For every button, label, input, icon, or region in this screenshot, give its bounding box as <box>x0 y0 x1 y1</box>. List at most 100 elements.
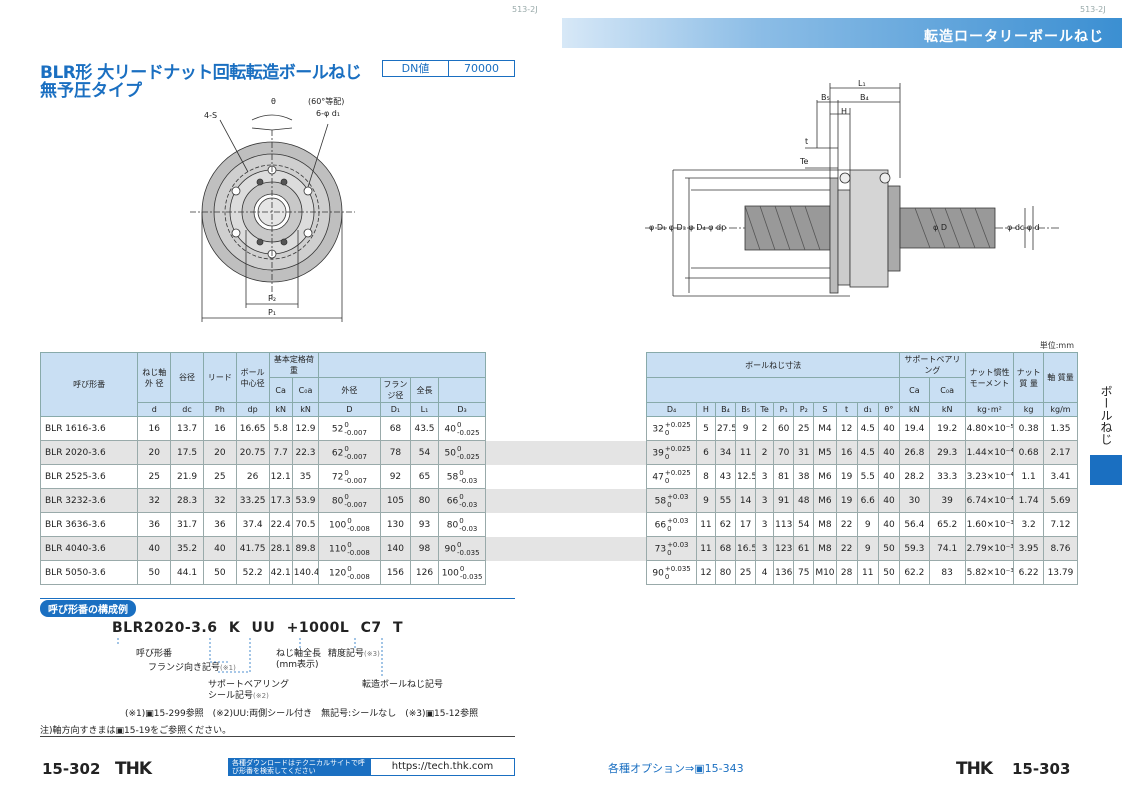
tolerance-upper: 0 <box>347 516 352 525</box>
table-cell: 1.60×10⁻³ <box>964 512 1015 537</box>
ex-seal: シール記号(※2) <box>208 688 269 701</box>
page-code-left: 513-2J <box>512 5 538 14</box>
nominal-value: 58 <box>654 496 667 506</box>
table-cell: 2 <box>755 416 775 441</box>
table-cell: 6 <box>695 440 716 465</box>
table-cell: BLR 4040-3.6 <box>39 536 139 561</box>
table-cell: 7.7 <box>268 440 293 465</box>
url-link[interactable]: https://tech.thk.com <box>370 758 515 776</box>
nominal-value: 62 <box>331 448 344 458</box>
ex-model-no: 呼び形番 <box>136 649 173 659</box>
th-model: 呼び形番 <box>39 352 139 417</box>
table-cell: 19 <box>835 464 858 489</box>
table-cell: 33.3 <box>928 464 966 489</box>
table-cell: 3 <box>755 488 775 513</box>
table-cell: 130 <box>379 512 412 537</box>
table-cell: 65 <box>410 464 439 489</box>
equal-division-label: (60°等配) <box>308 96 344 106</box>
ex-accuracy-text: 精度記号 <box>328 649 365 659</box>
Te-label: Te <box>799 157 809 166</box>
table-cell-tolerance: 90 +0.035 0 <box>646 560 697 585</box>
table-cell: 13.7 <box>170 416 204 441</box>
table-cell: BLR 2525-3.6 <box>39 464 139 489</box>
spec-table-body: BLR 1616-3.6 16 13.7 16 16.65 5.8 12.9 52 0 -0.00… <box>39 416 1079 585</box>
dn-value: 70000 <box>464 62 499 75</box>
table-cell: 70.5 <box>291 512 320 537</box>
tolerance-lower: 0 <box>664 572 670 581</box>
tolerance-upper: +0.03 <box>667 540 689 549</box>
tolerance-lower: -0.03 <box>459 476 478 485</box>
table-cell: 2 <box>755 440 775 465</box>
table-cell: 81 <box>773 464 795 489</box>
table-cell: 136 <box>773 560 795 585</box>
table-cell: 1.1 <box>1013 464 1044 489</box>
holes-label: 6-φ d₁ <box>316 109 340 118</box>
tolerance-lower: 0 <box>664 452 670 461</box>
table-cell: 60 <box>773 416 795 441</box>
table-cell: 5.8 <box>268 416 293 441</box>
table-cell: 22 <box>835 536 858 561</box>
table-cell: 35.2 <box>170 536 204 561</box>
ex-seal-text: シール記号 <box>208 691 254 701</box>
table-cell: 6.22 <box>1013 560 1044 585</box>
tolerance-lower: -0.03 <box>459 500 478 509</box>
th-sca: Ca <box>899 377 930 403</box>
table-cell: 35 <box>291 464 320 489</box>
tolerance: 0 -0.008 <box>347 565 370 581</box>
table-cell: 32 <box>202 488 237 513</box>
table-cell: 40 <box>877 464 901 489</box>
table-cell: 54 <box>410 440 439 465</box>
tolerance-lower: 0 <box>667 548 672 557</box>
table-cell: 53.9 <box>291 488 320 513</box>
th-kn-1: kN <box>268 402 293 417</box>
table-cell: 4.5 <box>856 416 879 441</box>
table-cell: 13.79 <box>1042 560 1079 585</box>
table-cell: 26.8 <box>899 440 930 465</box>
table-cell: 26 <box>235 464 270 489</box>
table-cell: 29.3 <box>928 440 966 465</box>
p2-label: P₂ <box>268 294 276 303</box>
table-cell: 3.95 <box>1013 536 1044 561</box>
table-cell: 12 <box>695 560 716 585</box>
th-sym-ph: Ph <box>202 402 237 417</box>
th-sym-D3: D₃ <box>437 402 487 417</box>
nominal-value: 120 <box>329 568 347 578</box>
th-sym-H: H <box>695 402 716 417</box>
table-cell: 27.5 <box>714 416 737 441</box>
nominal-value: 72 <box>331 472 344 482</box>
table-cell: 41.75 <box>235 536 270 561</box>
table-cell: 93 <box>410 512 439 537</box>
tolerance-lower: -0.007 <box>344 476 367 485</box>
left-page-number: 15-302 <box>42 760 101 778</box>
table-cell: 9 <box>735 416 757 441</box>
tolerance-upper: 0 <box>459 516 464 525</box>
nominal-value: 110 <box>329 544 347 554</box>
tolerance-upper: +0.035 <box>664 564 691 573</box>
tolerance: 0 -0.008 <box>347 517 370 533</box>
unit-label: 単位:mm <box>1039 341 1074 350</box>
th-total-len: 全長 <box>410 377 439 403</box>
th-ca: Ca <box>268 377 293 403</box>
example-badge: 呼び形番の構成例 <box>40 600 136 617</box>
ex-accuracy: 精度記号(※3) <box>328 646 380 659</box>
table-cell: 8 <box>695 464 716 489</box>
table-cell: 1.44×10⁻⁴ <box>964 440 1015 465</box>
left-dims-label: φ D₁ φ D₃ φ D₄ φ dp <box>649 223 726 232</box>
table-cell: 4 <box>755 560 775 585</box>
table-cell: 43.5 <box>410 416 439 441</box>
table-cell: 1.35 <box>1042 416 1079 441</box>
table-cell: 16 <box>202 416 237 441</box>
table-cell: 39 <box>928 488 966 513</box>
table-cell: 56.4 <box>899 512 930 537</box>
ex-note2: (※2) <box>253 692 269 700</box>
side-tab-marker <box>1090 455 1122 485</box>
table-cell: 140 <box>379 536 412 561</box>
table-cell: 20 <box>202 440 237 465</box>
table-cell-tolerance: 100 0 -0.035 <box>437 560 487 585</box>
table-cell: 9 <box>856 536 879 561</box>
table-cell: 140.4 <box>291 560 320 585</box>
table-cell: 44.1 <box>170 560 204 585</box>
th-sym-P2: P₂ <box>793 402 815 417</box>
options-link[interactable]: 各種オプション⇒▣15-343 <box>608 760 744 776</box>
tolerance: +0.035 0 <box>665 565 691 581</box>
